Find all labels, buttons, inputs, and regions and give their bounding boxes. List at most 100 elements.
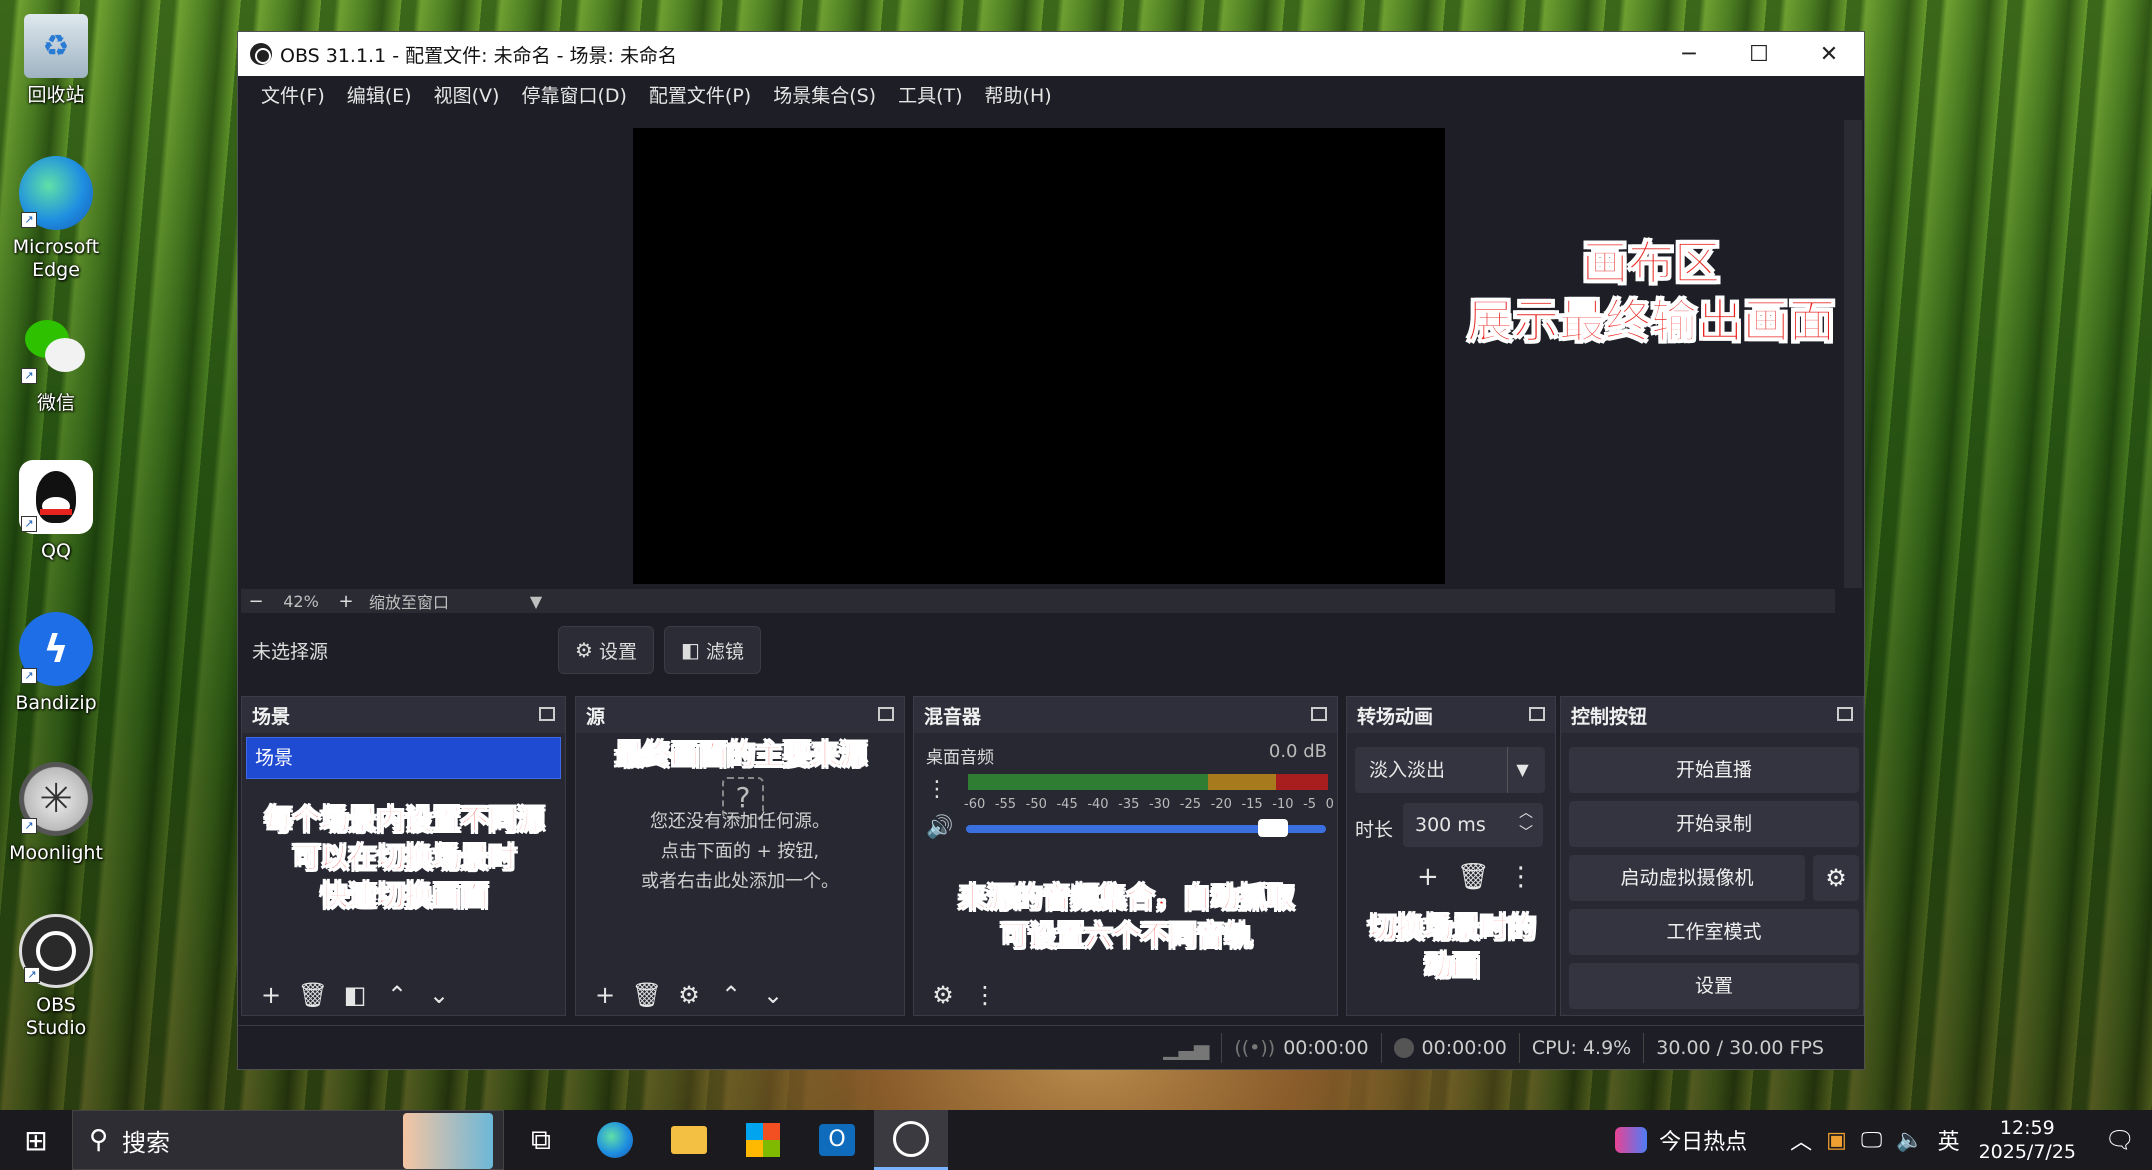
undock-icon[interactable] [1311,707,1327,721]
undock-icon[interactable] [539,707,555,721]
add-transition-button[interactable]: + [1417,862,1439,892]
start-virtual-camera-button[interactable]: 启动虚拟摄像机 [1569,855,1805,901]
sources-dock-footer: + 🗑 ⚙ ⌃ ⌄ [576,975,904,1015]
shortcut-arrow-icon: ↗ [21,668,37,684]
network-icon[interactable]: 🖵 [1861,1128,1882,1153]
undock-icon[interactable] [1837,707,1853,721]
kebab-menu-icon[interactable]: ⋮ [964,981,1006,1009]
scene-filters-icon[interactable]: ◧ [334,981,376,1009]
clock-date: 2025/7/25 [1978,1141,2076,1163]
add-source-button[interactable]: + [584,981,626,1009]
annotation-mixer-line: 来源的音频集合，自动抓取 [958,881,1295,915]
status-divider [1380,1032,1382,1063]
task-view-icon[interactable]: ⧉ [504,1110,578,1170]
volume-icon[interactable]: 🔈 [1896,1128,1923,1153]
desktop-icon-obs[interactable]: ↗ OBS Studio [6,914,106,1040]
start-recording-button[interactable]: 开始录制 [1569,801,1859,847]
desktop-icon-bandizip[interactable]: ϟ ↗ Bandizip [6,612,106,715]
outlook-icon[interactable]: O [800,1110,874,1170]
mixer-db-value: 0.0 dB [1268,741,1327,762]
close-button[interactable]: ✕ [1794,32,1864,76]
preview-area[interactable]: 画布区 展示最终输出画面 [241,120,1845,588]
menu-view[interactable]: 视图(V) [423,76,511,116]
move-up-icon[interactable]: ⌃ [376,981,418,1009]
annotation-transitions: 切换场景时的 动画 [1347,909,1557,985]
taskbar-edge-icon[interactable] [578,1110,652,1170]
kebab-menu-icon[interactable]: ⋮ [926,777,948,802]
advanced-audio-gear-icon[interactable]: ⚙ [922,981,964,1009]
maximize-button[interactable]: ☐ [1724,32,1794,76]
file-explorer-icon[interactable] [652,1110,726,1170]
speaker-icon[interactable]: 🔊 [926,815,953,840]
duration-spinbox[interactable]: 300 ms ︿ ﹀ [1403,803,1543,847]
menu-bar: 文件(F) 编辑(E) 视图(V) 停靠窗口(D) 配置文件(P) 场景集合(S… [238,76,1864,116]
menu-tools[interactable]: 工具(T) [887,76,973,116]
zoom-in-button[interactable]: + [331,591,361,612]
start-streaming-button[interactable]: 开始直播 [1569,747,1859,793]
settings-button[interactable]: 设置 [1569,963,1859,1009]
spin-arrows-icon[interactable]: ︿ ﹀ [1513,803,1539,843]
move-down-icon[interactable]: ⌄ [418,981,460,1009]
desktop-icon-label: Microsoft Edge [12,236,100,281]
move-up-icon[interactable]: ⌃ [710,981,752,1009]
minimize-button[interactable]: ─ [1654,32,1724,76]
obs-icon: ↗ [19,914,93,988]
add-scene-button[interactable]: + [250,981,292,1009]
news-widget[interactable]: 今日热点 [1615,1124,1747,1156]
annotation-scenes-line: 每个场景内设置不同源 [264,803,545,837]
source-settings-button[interactable]: ⚙ 设置 [558,626,654,674]
virtual-camera-gear-icon[interactable]: ⚙ [1813,855,1859,901]
preview-scrollbar[interactable] [1844,120,1862,588]
mixer-track-name: 桌面音频 [926,748,994,768]
transition-select[interactable]: 淡入淡出 ▼ [1355,747,1545,793]
wechat-icon: ↗ [19,312,93,386]
trash-icon[interactable]: 🗑 [626,981,668,1009]
title-bar[interactable]: OBS 31.1.1 - 配置文件: 未命名 - 场景: 未命名 ─ ☐ ✕ [238,32,1864,76]
audio-meter [968,774,1328,796]
ime-indicator[interactable]: 英 [1938,1124,1960,1156]
meter-scale: -60 -55 -50 -45 -40 -35 -30 -25 -20 -15 … [964,797,1334,812]
windows-start-button[interactable]: ⊞ [0,1110,72,1170]
chevron-down-icon[interactable]: ▼ [521,592,551,611]
volume-slider-handle[interactable] [1258,819,1288,837]
desktop-icon-recycle-bin[interactable]: ♻ 回收站 [6,14,106,107]
desktop-icon-wechat[interactable]: ↗ 微信 [6,312,106,415]
desktop-icon-qq[interactable]: ↗ QQ [6,460,106,563]
gear-icon[interactable]: ⚙ [668,981,710,1009]
preview-canvas[interactable] [633,128,1445,584]
shortcut-arrow-icon: ↗ [21,212,37,228]
desktop-icon-moonlight[interactable]: ✳ ↗ Moonlight [6,762,106,865]
menu-scene-collection[interactable]: 场景集合(S) [762,76,887,116]
microsoft-store-icon[interactable] [726,1110,800,1170]
sources-empty-line: 或者右击此处添加一个。 [641,871,839,892]
menu-help[interactable]: 帮助(H) [974,76,1063,116]
desktop-icon-edge[interactable]: ↗ Microsoft Edge [6,156,106,282]
meter-tick: -55 [994,797,1017,812]
trash-icon[interactable]: 🗑 [292,981,334,1009]
taskbar-search-box[interactable]: ⚲ 搜索 [72,1110,504,1170]
menu-file[interactable]: 文件(F) [250,76,336,116]
annotation-canvas-desc: 展示最终输出画面 [1467,294,1836,349]
sources-dock[interactable]: 源 最终画面的主要来源 ? 您还没有添加任何源。 点击下面的 + 按钮, 或者右… [575,696,905,1016]
scene-list-item[interactable]: 场景 [246,737,561,779]
taskbar-clock[interactable]: 12:59 2025/7/25 [1979,1116,2076,1164]
search-highlight-image [403,1113,493,1169]
kebab-menu-icon[interactable]: ⋮ [1508,862,1534,892]
menu-edit[interactable]: 编辑(E) [336,76,423,116]
security-icon[interactable]: ▣ [1826,1128,1847,1153]
menu-docks[interactable]: 停靠窗口(D) [510,76,637,116]
trash-icon[interactable]: 🗑 [1457,862,1490,892]
notification-icon[interactable]: 🗨 [2100,1126,2140,1154]
scenes-dock-title: 场景 [252,705,291,728]
chevron-up-icon[interactable]: ︿ [1790,1124,1812,1156]
undock-icon[interactable] [878,707,894,721]
move-down-icon[interactable]: ⌄ [752,981,794,1009]
studio-mode-button[interactable]: 工作室模式 [1569,909,1859,955]
undock-icon[interactable] [1529,707,1545,721]
news-icon [1615,1127,1648,1153]
taskbar-obs-icon[interactable] [874,1110,948,1170]
zoom-out-button[interactable]: − [241,591,271,612]
menu-profile[interactable]: 配置文件(P) [638,76,762,116]
source-filters-button[interactable]: ◧ 滤镜 [663,626,761,674]
zoom-mode[interactable]: 缩放至窗口 [361,589,521,613]
